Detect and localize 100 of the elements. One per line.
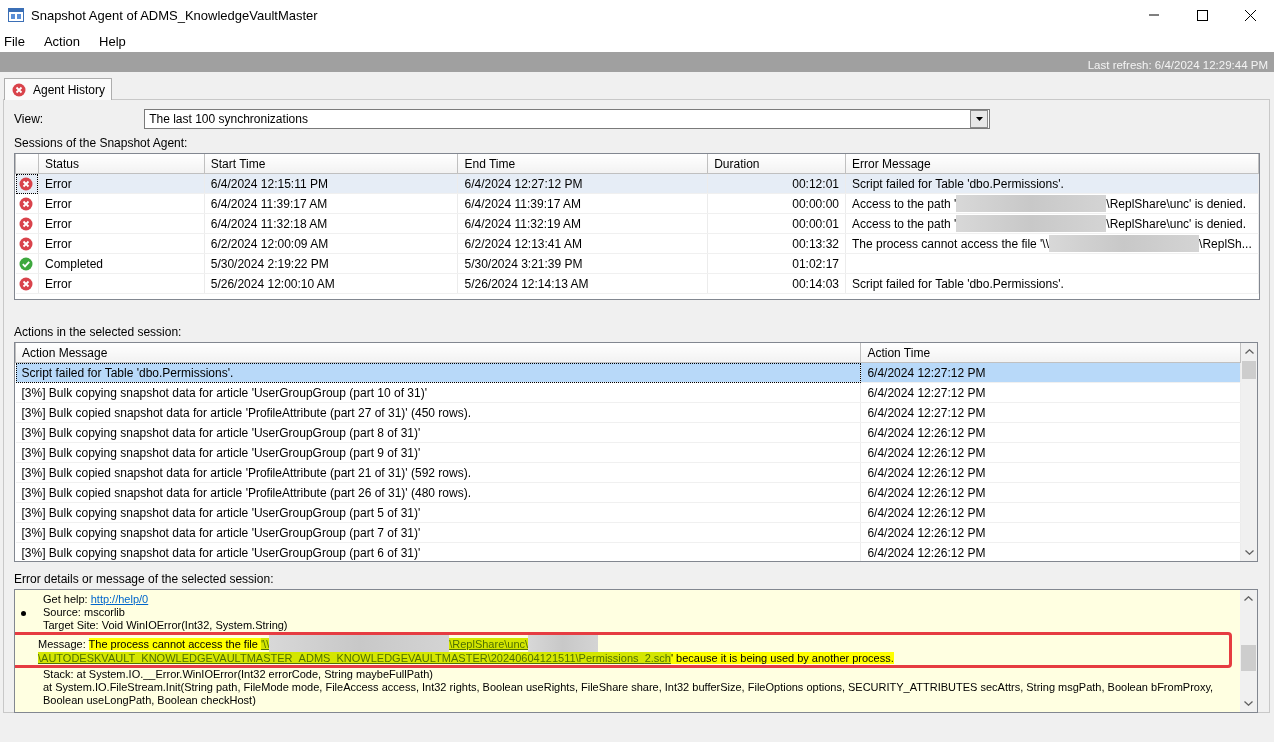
column-header[interactable]: Status: [38, 154, 205, 174]
table-cell: [3%] Bulk copied snapshot data for article 'ProfileAttribute (part 21 of 31)' (592 rows).: [15, 462, 861, 483]
message-text: Access to the path ': [852, 217, 957, 231]
session-row[interactable]: Error 6/2/2024 12:00:09 AM 6/2/2024 12:13:41 AM 00:13:32 The process cannot access the file '\\ \ReplSh...: [15, 233, 1259, 254]
check-circle-icon: [18, 256, 33, 271]
help-link[interactable]: http://help/0: [90, 593, 149, 605]
maximize-icon: [1195, 8, 1209, 22]
message-text: \ReplShare\unc' is denied.: [1106, 197, 1247, 211]
table-cell: 6/4/2024 12:27:12 PM: [860, 382, 1241, 403]
redaction-block: [528, 635, 599, 652]
action-row[interactable]: Script failed for Table 'dbo.Permissions'. 6/4/2024 12:27:12 PM: [15, 362, 1241, 383]
chevron-down-icon: [1244, 701, 1253, 706]
action-row[interactable]: [3%] Bulk copied snapshot data for article 'ProfileAttribute (part 21 of 31)' (592 rows). 6/4/2024 12:26:12 PM: [15, 462, 1241, 483]
session-row[interactable]: Error 6/4/2024 11:32:18 AM 6/4/2024 11:32:19 AM 00:00:01 Access to the path ' \ReplShare\unc' is denied.: [15, 213, 1259, 234]
scrollbar[interactable]: [1241, 342, 1258, 562]
session-row[interactable]: Completed 5/30/2024 2:19:22 PM 5/30/2024 3:21:39 PM 01:02:17: [15, 253, 1259, 274]
action-row[interactable]: [3%] Bulk copying snapshot data for article 'UserGroupGroup (part 9 of 31)' 6/4/2024 12:26:12 PM: [15, 442, 1241, 463]
table-cell: 6/4/2024 11:32:19 AM: [457, 213, 708, 234]
section-label: Actions in the selected session:: [14, 325, 183, 339]
table-cell: 00:00:00: [707, 193, 846, 214]
session-row[interactable]: Error 6/4/2024 11:39:17 AM 6/4/2024 11:39:17 AM 00:00:00 Access to the path ' \ReplShare\unc' is denied.: [15, 193, 1259, 214]
table-cell: [3%] Bulk copying snapshot data for article 'UserGroupGroup (part 10 of 31)': [15, 382, 861, 403]
column-header[interactable]: [15, 154, 39, 174]
file-path-link[interactable]: \ReplShare\unc\: [449, 638, 529, 650]
table-cell: [3%] Bulk copied snapshot data for article 'ProfileAttribute (part 26 of 31)' (480 rows).: [15, 482, 861, 503]
table-cell: 00:14:03: [707, 273, 846, 294]
table-cell: [3%] Bulk copying snapshot data for article 'UserGroupGroup (part 7 of 31)': [15, 522, 861, 543]
message-text: Script failed for Table 'dbo.Permissions'.: [852, 176, 1064, 191]
column-header[interactable]: Action Message: [15, 343, 861, 363]
table-cell: Completed: [38, 253, 205, 274]
column-header[interactable]: Duration: [707, 154, 846, 174]
table-cell: [3%] Bulk copying snapshot data for article 'UserGroupGroup (part 5 of 31)': [15, 502, 861, 523]
caret-icon: [975, 117, 983, 121]
table-cell: Error: [38, 213, 205, 234]
bullet-icon: [21, 611, 26, 616]
message-text: Stack: at System.IO.__Error.WinIOError(Int32 errorCode, String maybeFullPath): [43, 668, 434, 680]
view-label: View:: [14, 112, 44, 126]
table-cell: 6/4/2024 11:39:17 AM: [457, 193, 708, 214]
table-cell: 6/4/2024 12:26:12 PM: [860, 502, 1241, 523]
table-cell: 00:00:01: [707, 213, 846, 234]
action-row[interactable]: [3%] Bulk copied snapshot data for article 'ProfileAttribute (part 27 of 31)' (450 rows). 6/4/2024 12:27:12 PM: [15, 402, 1241, 423]
table-cell: [3%] Bulk copying snapshot data for article 'UserGroupGroup (part 8 of 31)': [15, 422, 861, 443]
action-row[interactable]: [3%] Bulk copying snapshot data for article 'UserGroupGroup (part 10 of 31)' 6/4/2024 12:27:12 PM: [15, 382, 1241, 403]
message-text: Script failed for Table 'dbo.Permissions'.: [852, 276, 1064, 291]
table-cell: Error: [38, 273, 205, 294]
scrollbar-thumb[interactable]: [1241, 645, 1256, 671]
action-row[interactable]: [3%] Bulk copying snapshot data for article 'UserGroupGroup (part 6 of 31)' 6/4/2024 12:26:12 PM: [15, 542, 1241, 561]
file-path-link[interactable]: 2.sch: [644, 652, 671, 664]
message-text: Access to the path ': [852, 197, 957, 211]
menu-item[interactable]: File: [0, 31, 32, 51]
action-row[interactable]: [3%] Bulk copying snapshot data for article 'UserGroupGroup (part 8 of 31)' 6/4/2024 12:26:12 PM: [15, 422, 1241, 443]
table-cell: 6/4/2024 12:27:12 PM: [860, 402, 1241, 423]
chevron-up-icon: [1244, 349, 1254, 354]
scrollbar[interactable]: [1240, 590, 1257, 712]
menu-item[interactable]: Help: [95, 31, 133, 51]
table-cell: 5/30/2024 2:19:22 PM: [204, 253, 458, 274]
section-label: Error details or message of the selected session:: [14, 572, 275, 586]
x-circle-icon: [12, 82, 26, 97]
chevron-down-icon: [1244, 550, 1254, 555]
column-header[interactable]: Action Time: [860, 343, 1241, 363]
table-cell: Error: [38, 233, 205, 254]
table-cell: 6/4/2024 12:26:12 PM: [860, 462, 1241, 483]
menu-item[interactable]: Action: [39, 31, 88, 51]
table-cell: 6/4/2024 11:39:17 AM: [204, 193, 458, 214]
column-header[interactable]: Start Time: [204, 154, 458, 174]
session-row[interactable]: Error 6/4/2024 12:15:11 PM 6/4/2024 12:27:12 PM 00:12:01 Script failed for Table 'dbo.Permissions'.: [15, 173, 1259, 194]
table-cell: 5/26/2024 12:00:10 AM: [204, 273, 458, 294]
table-cell: 6/4/2024 11:32:18 AM: [204, 213, 458, 234]
table-cell: 01:02:17: [707, 253, 846, 274]
table-cell: [3%] Bulk copying snapshot data for article 'UserGroupGroup (part 6 of 31)': [15, 542, 861, 561]
file-path-link[interactable]: '\\: [261, 638, 270, 650]
file-path-link[interactable]: \AUTODESKVAULT_KNOWLEDGEVAULTMASTER_ADMS_KNOWLEDGEVAULTMASTER\20240604121511\Permissions_: [38, 652, 645, 664]
table-cell: Script failed for Table 'dbo.Permissions'.: [15, 362, 861, 383]
view-dropdown[interactable]: The last 100 synchronizations: [144, 109, 991, 129]
table-cell: 6/2/2024 12:13:41 AM: [457, 233, 708, 254]
column-header[interactable]: End Time: [457, 154, 708, 174]
action-row[interactable]: [3%] Bulk copied snapshot data for article 'ProfileAttribute (part 26 of 31)' (480 rows). 6/4/2024 12:26:12 PM: [15, 482, 1241, 503]
x-circle-icon: [18, 236, 33, 251]
action-row[interactable]: [3%] Bulk copying snapshot data for article 'UserGroupGroup (part 5 of 31)' 6/4/2024 12:26:12 PM: [15, 502, 1241, 523]
x-circle-icon: [18, 216, 33, 231]
action-row[interactable]: [3%] Bulk copying snapshot data for article 'UserGroupGroup (part 7 of 31)' 6/4/2024 12:26:12 PM: [15, 522, 1241, 543]
session-row[interactable]: Error 5/26/2024 12:00:10 AM 5/26/2024 12:14:13 AM 00:14:03 Script failed for Table 'dbo.Permissions'.: [15, 273, 1259, 294]
message-text: Get help:: [43, 593, 89, 605]
message-text: Source: mscorlib: [43, 606, 125, 618]
message-text: Target Site: Void WinIOError(Int32, System.String): [43, 619, 288, 631]
message-text: \ReplShare\unc' is denied.: [1106, 217, 1247, 231]
last-refresh-text: Last refresh: 6/4/2024 12:29:44 PM: [1087, 59, 1269, 72]
table-cell: 5/26/2024 12:14:13 AM: [457, 273, 708, 294]
message-text: \ReplSh...: [1199, 237, 1252, 251]
scrollbar-thumb[interactable]: [1242, 361, 1256, 379]
table-cell: 00:13:32: [707, 233, 846, 254]
table-cell: 6/4/2024 12:26:12 PM: [860, 522, 1241, 543]
x-circle-icon: [18, 196, 33, 211]
table-cell: [3%] Bulk copying snapshot data for article 'UserGroupGroup (part 9 of 31)': [15, 442, 861, 463]
message-text: The process cannot access the file '\\: [852, 237, 1050, 251]
column-header[interactable]: Error Message: [845, 154, 1259, 174]
app-window-icon: [8, 8, 24, 22]
chevron-up-icon: [1244, 596, 1253, 601]
tab[interactable]: Agent History: [4, 78, 113, 100]
table-cell: 6/4/2024 12:27:12 PM: [860, 362, 1241, 383]
